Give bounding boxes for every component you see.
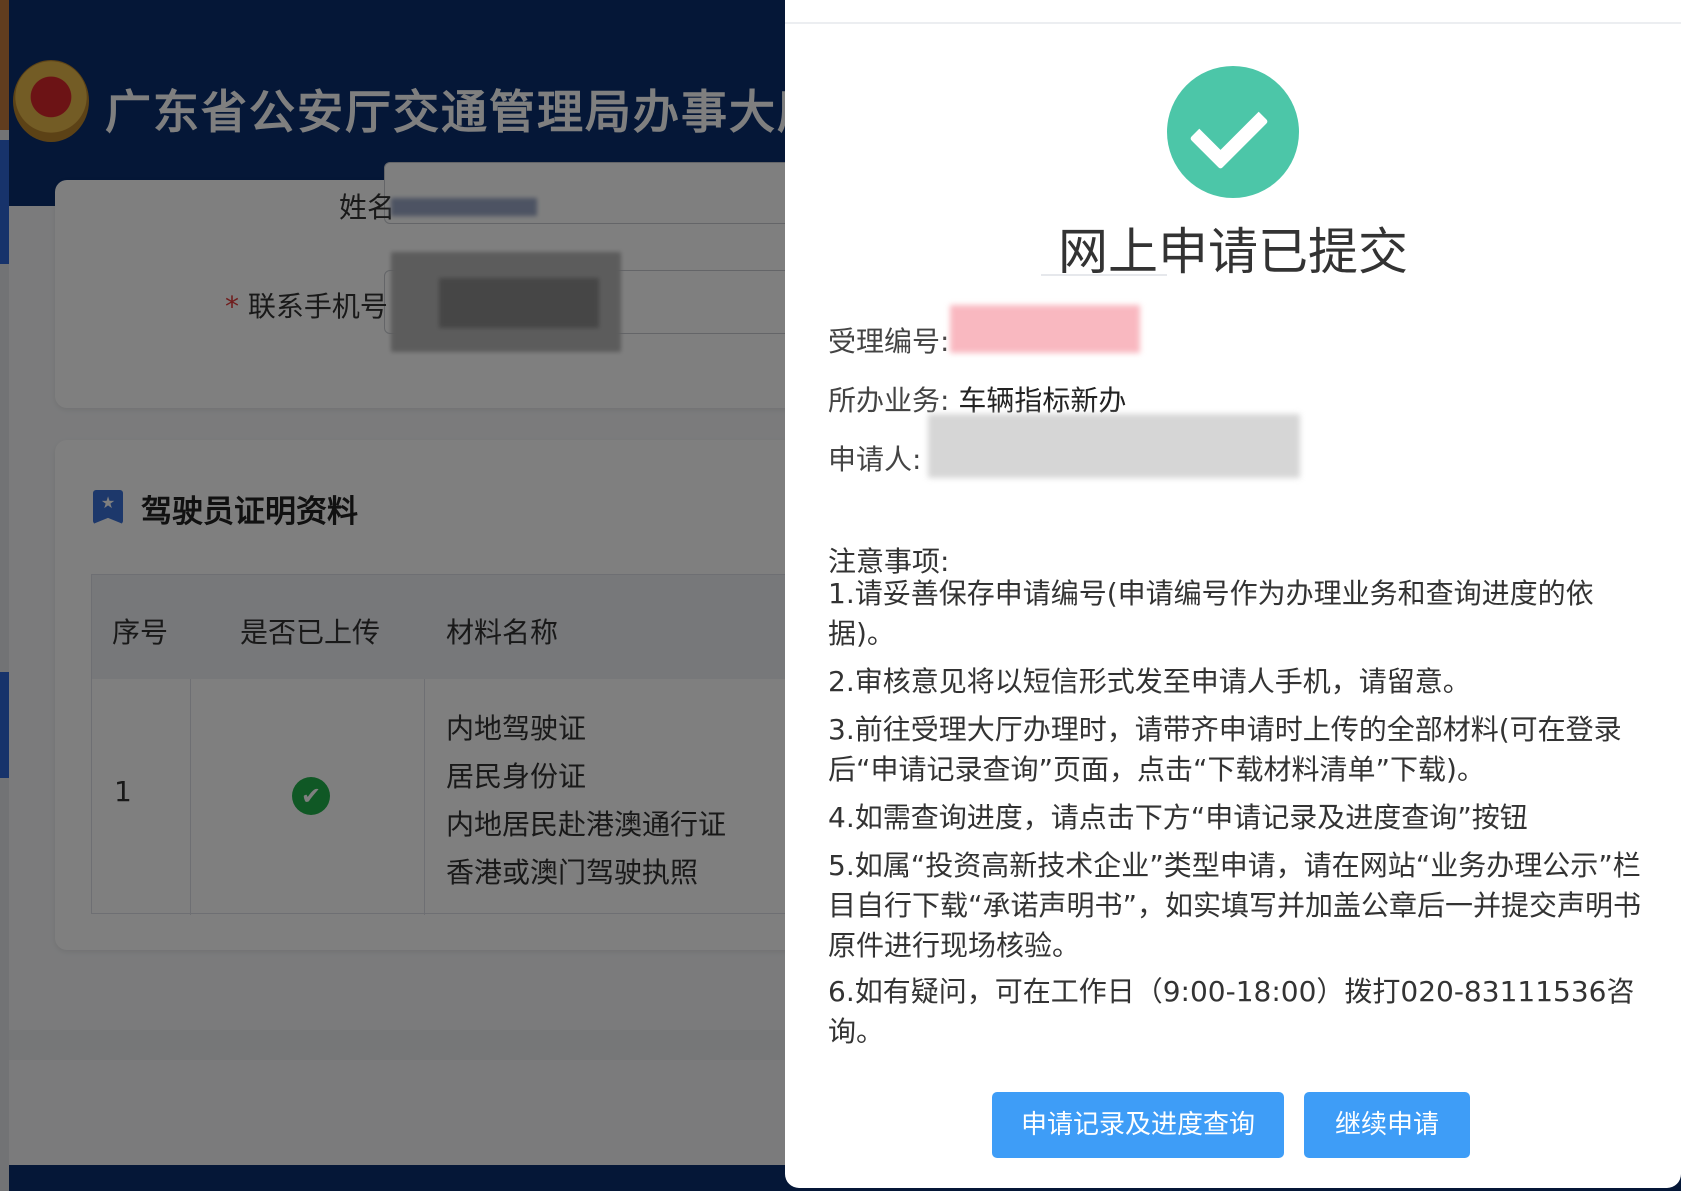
note-item: 3.前往受理大厅办理时，请带齐申请时上传的全部材料(可在登录后“申请记录查询”页… xyxy=(828,713,1622,786)
dialog-title: 网上申请已提交 xyxy=(1058,223,1408,281)
title-underline xyxy=(1041,274,1167,276)
redacted-applicant xyxy=(928,414,1300,478)
acceptance-number-label: 受理编号: xyxy=(828,325,950,358)
note-item: 6.如有疑问，可在工作日（9:00-18:00）拨打020-83111536咨询… xyxy=(828,975,1635,1048)
acceptance-number-row: 受理编号: xyxy=(828,320,949,360)
note-item: 2.审核意见将以短信形式发至申请人手机，请留意。 xyxy=(828,665,1471,698)
applicant-row: 申请人: xyxy=(828,438,921,478)
success-dialog: 网上申请已提交 受理编号: 所办业务: 车辆指标新办 申请人: 注意事项: 1.… xyxy=(785,0,1681,1188)
business-row: 所办业务: 车辆指标新办 xyxy=(828,379,1126,419)
check-circle-icon xyxy=(1167,66,1299,198)
applicant-label: 申请人: xyxy=(828,443,922,476)
note-item: 1.请妥善保存申请编号(申请编号作为办理业务和查询进度的依据)。 xyxy=(828,577,1594,650)
business-value: 车辆指标新办 xyxy=(958,384,1127,417)
continue-apply-button[interactable]: 继续申请 xyxy=(1304,1092,1470,1158)
dialog-divider xyxy=(785,22,1681,24)
note-item: 5.如属“投资高新技术企业”类型申请，请在网站“业务办理公示”栏目自行下载“承诺… xyxy=(828,849,1642,962)
business-label: 所办业务: xyxy=(828,384,950,417)
redacted-acceptance-number xyxy=(950,305,1140,353)
note-item: 4.如需查询进度，请点击下方“申请记录及进度查询”按钮 xyxy=(828,801,1528,834)
query-progress-button[interactable]: 申请记录及进度查询 xyxy=(992,1092,1284,1158)
